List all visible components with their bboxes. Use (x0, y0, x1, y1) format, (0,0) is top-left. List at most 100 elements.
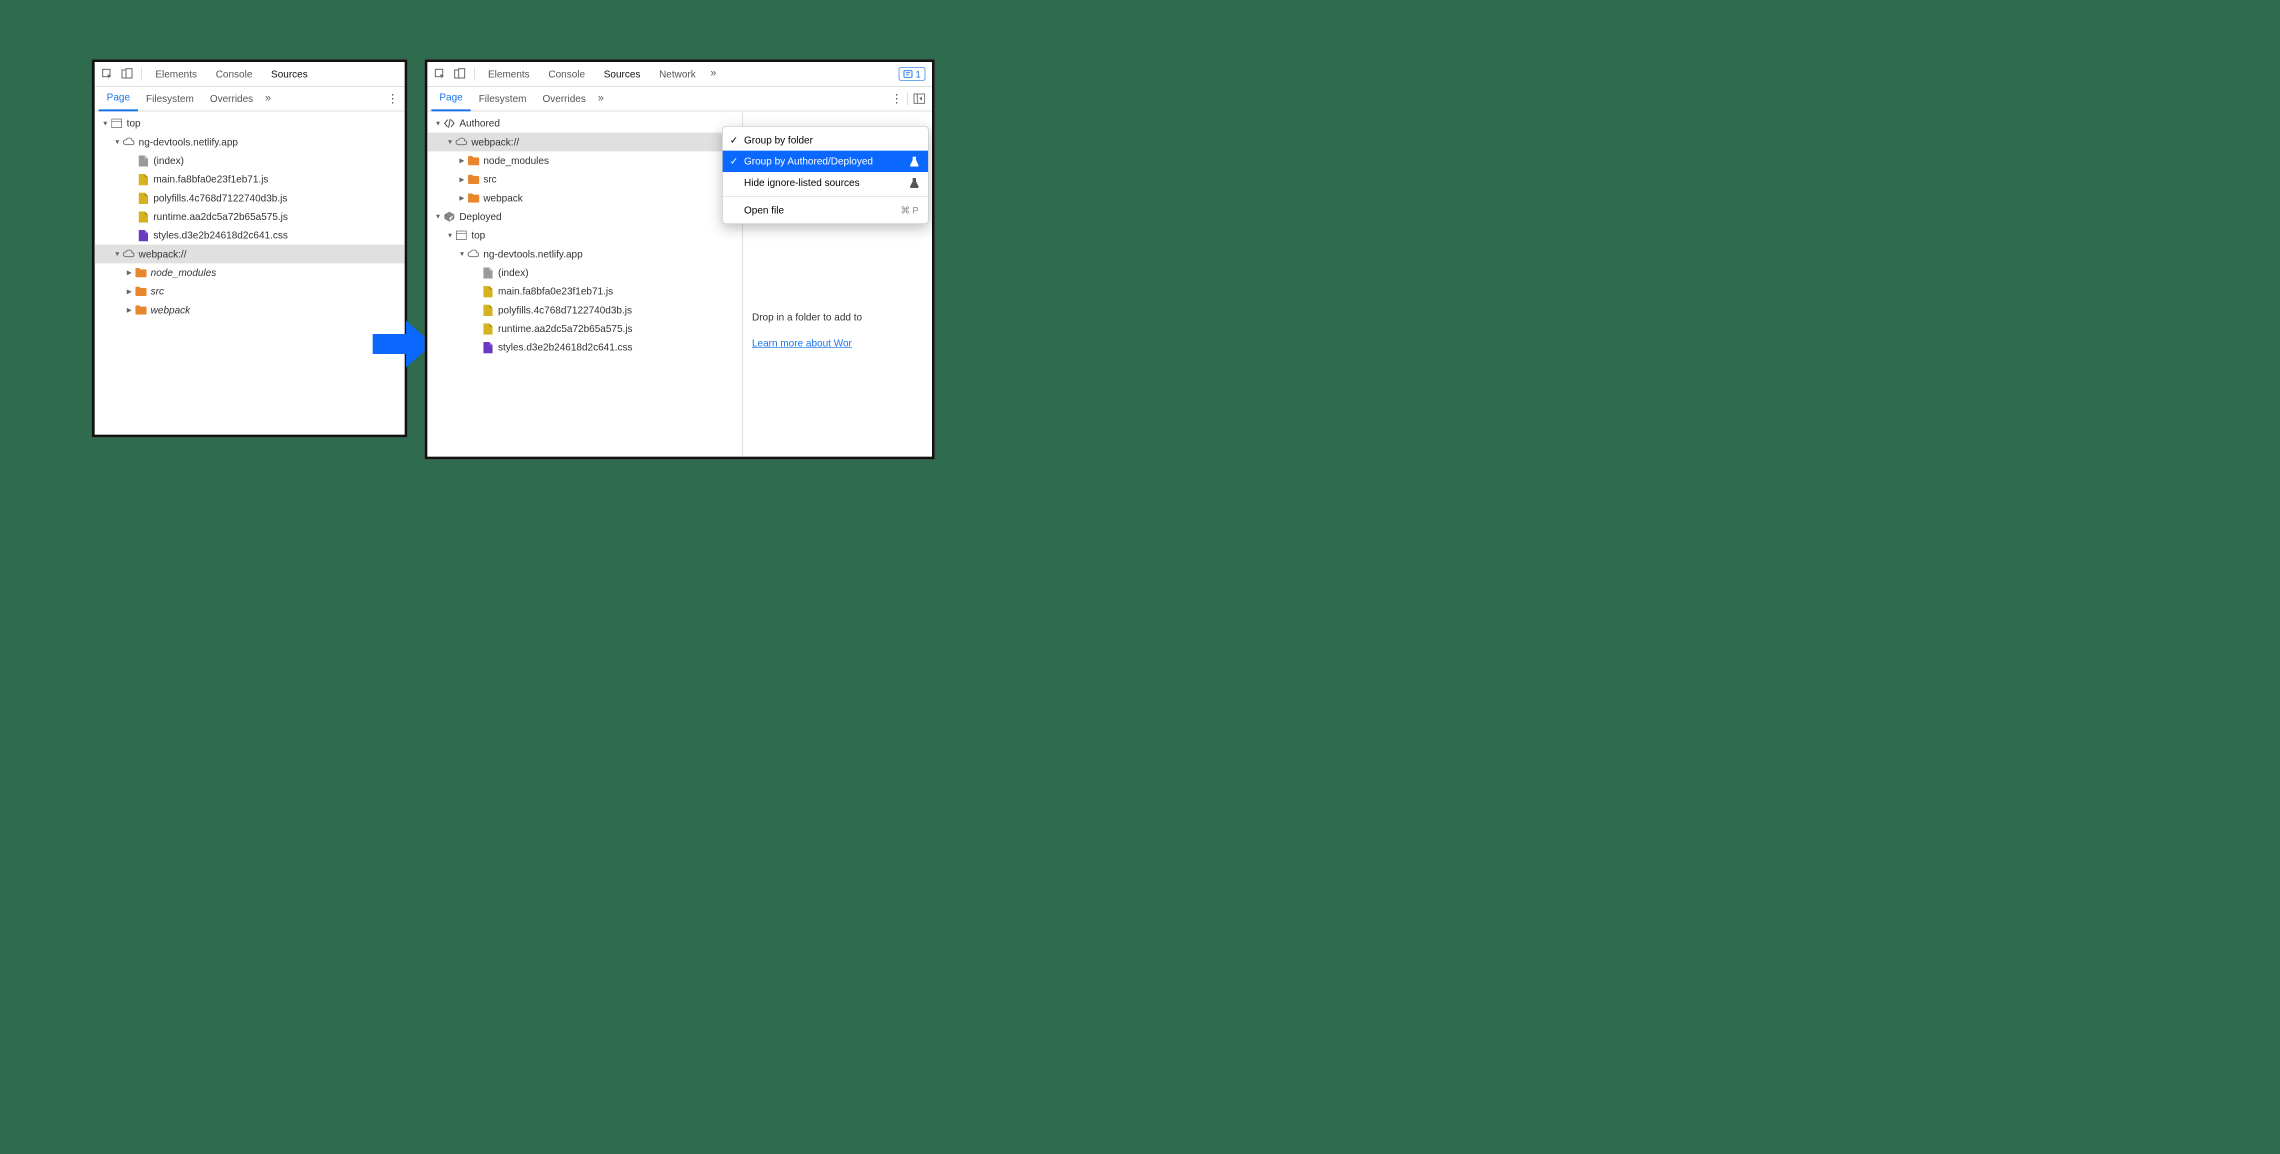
tree-node-node-modules[interactable]: ▶ node_modules (95, 263, 405, 282)
chevron-right-icon: ▶ (125, 287, 133, 295)
more-options-icon[interactable]: ⋮ (385, 92, 401, 106)
experiment-icon (910, 156, 919, 166)
menu-separator (723, 196, 928, 197)
subtab-overrides[interactable]: Overrides (534, 86, 593, 111)
tree-label: top (127, 118, 141, 129)
chevron-down-icon: ▼ (101, 119, 109, 127)
subtab-overrides[interactable]: Overrides (202, 86, 261, 111)
box-icon (443, 211, 455, 223)
menu-label: Open file (744, 204, 897, 215)
cloud-icon (123, 248, 135, 260)
tab-console[interactable]: Console (540, 62, 593, 87)
js-file-icon (137, 173, 149, 185)
tree-node-top[interactable]: ▼ top (427, 226, 742, 245)
tree-label: styles.d3e2b24618d2c641.css (498, 342, 633, 353)
tree-node-webpack[interactable]: ▼ webpack:// (427, 133, 742, 152)
devtools-panel-before: Elements Console Sources Page Filesystem… (92, 59, 407, 437)
toggle-navigator-icon[interactable] (911, 90, 928, 107)
menu-open-file[interactable]: Open file ⌘ P (723, 199, 928, 220)
divider (474, 67, 475, 80)
tree-label: ng-devtools.netlify.app (483, 248, 582, 259)
more-tabs-icon[interactable]: » (594, 93, 608, 105)
tree-label: (index) (153, 155, 184, 166)
menu-label: Group by Authored/Deployed (744, 156, 906, 167)
tree-node-top[interactable]: ▼ top (95, 114, 405, 133)
issues-icon (903, 69, 912, 78)
file-tree-grouped: ▼ Authored ▼ webpack:// ▶ node_modules ▶… (427, 111, 742, 359)
tree-node-webpack-folder[interactable]: ▶ webpack (95, 301, 405, 320)
tree-label: webpack (151, 304, 190, 315)
tab-elements[interactable]: Elements (147, 62, 205, 87)
code-icon (443, 117, 455, 129)
inspect-icon[interactable] (431, 65, 448, 82)
menu-hide-ignore-listed[interactable]: Hide ignore-listed sources (723, 172, 928, 193)
tree-node-main-js[interactable]: main.fa8bfa0e23f1eb71.js (427, 282, 742, 301)
tree-node-polyfills-js[interactable]: polyfills.4c768d7122740d3b.js (427, 301, 742, 320)
js-file-icon (482, 323, 494, 335)
device-toggle-icon[interactable] (451, 65, 468, 82)
tree-label: (index) (498, 267, 529, 278)
more-options-icon[interactable]: ⋮ (889, 92, 905, 106)
tab-console[interactable]: Console (208, 62, 261, 87)
menu-group-by-authored[interactable]: ✓ Group by Authored/Deployed (723, 151, 928, 172)
chevron-down-icon: ▼ (113, 250, 121, 258)
tree-label: styles.d3e2b24618d2c641.css (153, 230, 288, 241)
devtools-topbar: Elements Console Sources Network » 1 (427, 62, 932, 87)
tree-label: main.fa8bfa0e23f1eb71.js (153, 174, 268, 185)
tree-node-src[interactable]: ▶ src (427, 170, 742, 189)
issues-badge[interactable]: 1 (899, 67, 926, 80)
tree-node-domain[interactable]: ▼ ng-devtools.netlify.app (95, 133, 405, 152)
check-icon: ✓ (728, 134, 740, 146)
chevron-down-icon: ▼ (458, 250, 466, 258)
tree-node-styles-css[interactable]: styles.d3e2b24618d2c641.css (95, 226, 405, 245)
tab-sources[interactable]: Sources (596, 62, 649, 87)
tree-node-authored[interactable]: ▼ Authored (427, 114, 742, 133)
tree-label: src (151, 286, 164, 297)
inspect-icon[interactable] (99, 65, 116, 82)
tree-node-polyfills-js[interactable]: polyfills.4c768d7122740d3b.js (95, 189, 405, 208)
check-icon: ✓ (728, 155, 740, 167)
cloud-icon (467, 248, 479, 260)
menu-group-by-folder[interactable]: ✓ Group by folder (723, 129, 928, 150)
tree-node-styles-css[interactable]: styles.d3e2b24618d2c641.css (427, 338, 742, 357)
tree-node-webpack[interactable]: ▼ webpack:// (95, 245, 405, 264)
tree-node-index[interactable]: (index) (95, 151, 405, 170)
menu-shortcut: ⌘ P (901, 204, 919, 215)
tree-label: webpack (483, 192, 522, 203)
tree-node-node-modules[interactable]: ▶ node_modules (427, 151, 742, 170)
chevron-down-icon: ▼ (446, 138, 454, 146)
tree-node-deployed[interactable]: ▼ Deployed (427, 207, 742, 226)
tree-label: node_modules (151, 267, 217, 278)
tree-node-main-js[interactable]: main.fa8bfa0e23f1eb71.js (95, 170, 405, 189)
chevron-down-icon: ▼ (113, 138, 121, 146)
more-tabs-icon[interactable]: » (706, 68, 720, 80)
tree-node-runtime-js[interactable]: runtime.aa2dc5a72b65a575.js (427, 319, 742, 338)
subtab-filesystem[interactable]: Filesystem (471, 86, 535, 111)
tree-label: src (483, 174, 496, 185)
tree-node-src[interactable]: ▶ src (95, 282, 405, 301)
divider (141, 67, 142, 80)
folder-icon (135, 285, 147, 297)
subtab-page[interactable]: Page (431, 86, 470, 111)
subtab-page[interactable]: Page (99, 86, 138, 111)
device-toggle-icon[interactable] (119, 65, 136, 82)
css-file-icon (482, 341, 494, 353)
menu-label: Group by folder (744, 134, 919, 145)
learn-more-link[interactable]: Learn more about Wor (752, 338, 852, 349)
subtab-filesystem[interactable]: Filesystem (138, 86, 202, 111)
tree-node-domain[interactable]: ▼ ng-devtools.netlify.app (427, 245, 742, 264)
more-tabs-icon[interactable]: » (261, 93, 275, 105)
tab-sources[interactable]: Sources (263, 62, 316, 87)
tree-node-index[interactable]: (index) (427, 263, 742, 282)
folder-icon (135, 304, 147, 316)
window-icon (111, 117, 123, 129)
tree-label: polyfills.4c768d7122740d3b.js (498, 304, 632, 315)
tree-label: top (471, 230, 485, 241)
tab-network[interactable]: Network (651, 62, 704, 87)
tree-label: runtime.aa2dc5a72b65a575.js (498, 323, 633, 334)
tab-elements[interactable]: Elements (480, 62, 538, 87)
tree-node-webpack-folder[interactable]: ▶ webpack (427, 189, 742, 208)
js-file-icon (482, 285, 494, 297)
js-file-icon (482, 304, 494, 316)
tree-node-runtime-js[interactable]: runtime.aa2dc5a72b65a575.js (95, 207, 405, 226)
